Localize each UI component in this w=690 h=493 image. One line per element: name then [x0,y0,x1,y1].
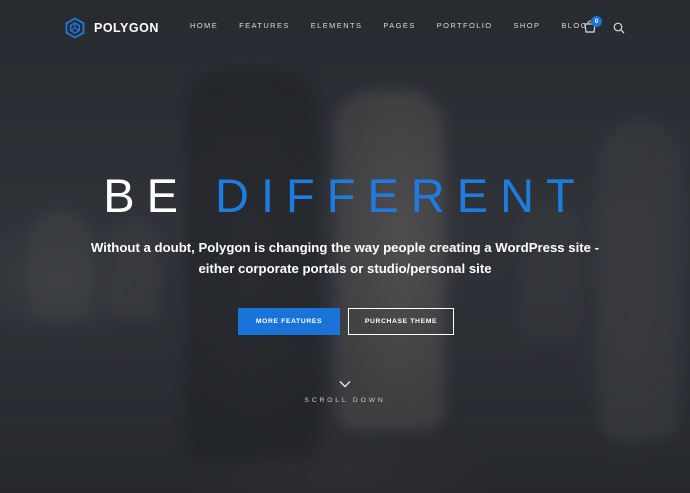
nav-item-pages[interactable]: PAGES [383,21,415,30]
logo-link[interactable]: POLYGON [64,17,159,39]
cart-count-badge: 0 [591,16,602,27]
brand-name: POLYGON [94,21,159,35]
polygon-logo-icon [64,17,86,39]
nav-item-home[interactable]: HOME [190,21,218,30]
subtitle-line: Without a doubt, Polygon is changing the… [90,240,600,255]
main-nav: HOME FEATURES ELEMENTS PAGES PORTFOLIO S… [190,21,588,30]
headline-word-be: BE [103,169,190,222]
more-features-button[interactable]: MORE FEATURES [238,308,340,335]
search-icon[interactable] [613,21,625,34]
nav-item-portfolio[interactable]: PORTFOLIO [437,21,493,30]
hero-headline: BE DIFFERENT [0,168,690,223]
headline-word-different: DIFFERENT [215,169,587,222]
scroll-down-label[interactable]: SCROLL DOWN [0,397,690,404]
hero-subtitle: Without a doubt, Polygon is changing the… [0,237,690,279]
nav-item-shop[interactable]: SHOP [514,21,541,30]
chevron-down-icon[interactable] [339,375,351,388]
nav-item-features[interactable]: FEATURES [239,21,290,30]
subtitle-line: either corporate portals or studio/perso… [198,261,492,276]
purchase-theme-button[interactable]: PURCHASE THEME [348,308,454,335]
site-header: POLYGON HOME FEATURES ELEMENTS PAGES POR… [0,0,690,56]
nav-item-elements[interactable]: ELEMENTS [311,21,363,30]
